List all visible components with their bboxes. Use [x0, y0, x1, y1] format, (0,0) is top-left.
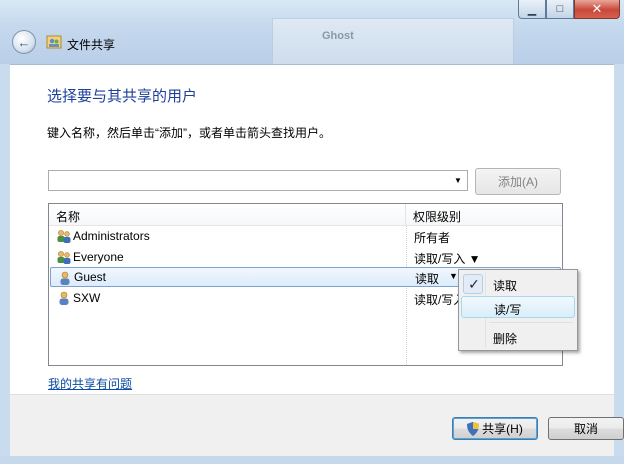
caption-buttons: ▁ □ ✕ [518, 0, 620, 20]
menu-item-read-write[interactable]: 读/写 [461, 296, 575, 318]
share-button-label: 共享(H) [482, 422, 523, 436]
list-row-administrators[interactable]: Administrators 所有者 [50, 226, 561, 246]
user-name: Guest [74, 270, 107, 284]
dropdown-arrow-icon[interactable]: ▼ [451, 173, 465, 188]
close-icon: ✕ [591, 1, 603, 16]
menu-item-label: 读取 [493, 279, 518, 293]
menu-item-label: 删除 [493, 332, 518, 346]
share-button[interactable]: 共享(H) [452, 417, 538, 440]
window-title: 文件共享 [67, 38, 116, 52]
page-heading: 选择要与其共享的用户 [47, 88, 198, 105]
uac-shield-icon [467, 421, 480, 436]
cancel-button[interactable]: 取消 [548, 417, 624, 440]
checkmark-icon: ✓ [468, 276, 480, 292]
maximize-button[interactable]: □ [546, 0, 574, 19]
menu-separator [489, 322, 573, 323]
permission-context-menu: ✓ 读取 读/写 删除 [458, 269, 578, 351]
dropdown-arrow-icon[interactable]: ▼ [449, 271, 458, 281]
permission-dropdown[interactable]: 读取 [415, 270, 439, 287]
user-name: Everyone [73, 250, 124, 264]
background-window [272, 18, 514, 66]
close-button[interactable]: ✕ [574, 0, 620, 19]
permission-level: 所有者 [414, 231, 451, 245]
back-button[interactable]: ← [12, 30, 36, 54]
menu-item-label: 读/写 [494, 303, 522, 317]
back-arrow-icon: ← [17, 34, 31, 50]
group-icon [57, 251, 71, 264]
column-header-permission[interactable]: 权限级别 [413, 208, 461, 225]
minimize-button[interactable]: ▁ [518, 0, 546, 19]
maximize-icon: □ [556, 3, 564, 15]
column-divider[interactable] [405, 204, 406, 225]
background-window-text: Ghost [322, 30, 354, 42]
user-name: Administrators [73, 229, 150, 243]
add-button[interactable]: 添加(A) [475, 168, 561, 195]
minimize-icon: ▁ [527, 3, 537, 16]
instruction-text: 键入名称，然后单击“添加”，或者单击箭头查找用户。 [47, 126, 331, 140]
user-icon [59, 291, 69, 305]
user-name-combobox[interactable]: ▼ [48, 170, 468, 191]
menu-item-read[interactable]: ✓ 读取 [461, 273, 575, 295]
sharing-help-link[interactable]: 我的共享有问题 [48, 375, 132, 392]
dialog-footer: 共享(H) 取消 [10, 394, 624, 457]
title-bar: Ghost ▁ □ ✕ ← 文件共享 [0, 0, 624, 66]
window-bottom-border [0, 456, 624, 464]
user-icon [60, 271, 70, 285]
group-icon [57, 230, 71, 243]
permission-dropdown[interactable]: 读取/写入 ▼ [414, 250, 481, 267]
file-sharing-icon [46, 35, 62, 49]
list-row-everyone[interactable]: Everyone 读取/写入 ▼ [50, 247, 561, 267]
user-name: SXW [73, 291, 101, 305]
list-header: 名称 权限级别 [49, 204, 562, 226]
menu-item-remove[interactable]: 删除 [461, 326, 575, 348]
column-header-name[interactable]: 名称 [56, 208, 80, 225]
